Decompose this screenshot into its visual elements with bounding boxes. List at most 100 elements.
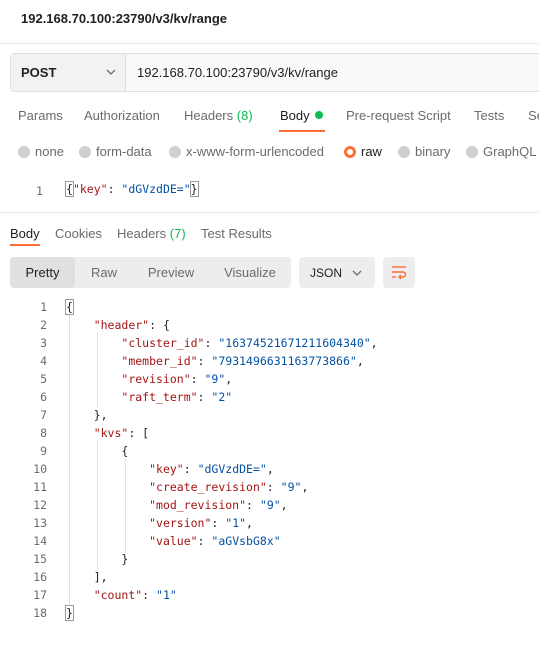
tab-body[interactable]: Body [280,108,323,123]
tab-pre-request-script[interactable]: Pre-request Script [346,108,451,123]
request-title[interactable]: 192.168.70.100:23790/v3/kv/range [21,11,227,26]
code-text[interactable]: } [66,552,128,566]
json-punctuation: : [204,336,219,350]
json-key: "key" [149,462,184,476]
tab-response-headers-label: Headers [117,226,167,241]
code-text[interactable]: "key": "dGVzdDE=", [66,462,274,476]
json-value: "9" [204,372,226,386]
code-text[interactable]: "kvs": [ [66,426,149,440]
tab-cookies[interactable]: Cookies [55,226,102,241]
json-punctuation [66,354,121,368]
json-key: "kvs" [93,426,129,440]
view-preview-button[interactable]: Preview [133,257,209,288]
line-number: 5 [40,372,47,386]
view-raw-button[interactable]: Raw [75,257,133,288]
tab-response-body[interactable]: Body [10,226,40,241]
code-text[interactable]: "version": "1", [66,516,253,530]
view-visualize-button[interactable]: Visualize [209,257,291,288]
tab-authorization[interactable]: Authorization [84,108,160,123]
json-punctuation: : [197,390,212,404]
code-line: 13 "version": "1", [0,514,539,532]
json-punctuation: ], [66,570,108,584]
wrap-lines-button[interactable] [383,257,415,288]
request-body-editor[interactable]: 1 {"key": "dGVzdDE="} [0,178,539,202]
code-text[interactable]: }, [66,408,108,422]
tab-headers[interactable]: Headers (8) [184,108,253,123]
radio-none-label: none [35,144,64,159]
radio-selected-icon [344,146,356,158]
tab-tests[interactable]: Tests [474,108,504,123]
tab-response-headers[interactable]: Headers (7) [117,226,186,241]
request-url-bar: POST 192.168.70.100:23790/v3/kv/range [10,53,539,92]
code-text[interactable]: { [66,444,128,458]
json-value: "1" [156,588,177,602]
divider [0,212,539,213]
json-key: "raft_term" [121,390,198,404]
response-body-editor[interactable]: 1{2 "header": {3 "cluster_id": "16374521… [0,298,539,628]
headers-count: (8) [236,108,253,123]
json-key: "version" [149,516,212,530]
json-key: "header" [93,318,150,332]
json-punctuation: : [190,372,205,386]
code-text[interactable]: "raft_term": "2" [66,390,232,404]
json-punctuation: , [370,336,378,350]
radio-circle-icon [169,146,181,158]
body-type-options: none form-data x-www-form-urlencoded raw… [0,140,539,164]
code-text[interactable]: "revision": "9", [66,372,232,386]
json-punctuation: , [301,480,309,494]
json-punctuation [66,498,149,512]
code-text[interactable]: "value": "aGVsbG8x" [66,534,281,548]
line-number: 4 [40,354,47,368]
code-text[interactable]: { [65,299,74,315]
json-key: "revision" [121,372,191,386]
json-punctuation: } [65,605,74,621]
code-text[interactable]: "create_revision": "9", [66,480,308,494]
code-line: 4 "member_id": "7931496631163773866", [0,352,539,370]
json-value: "dGVzdDE=" [121,182,191,196]
json-punctuation: : [197,534,212,548]
json-value: "9" [259,498,281,512]
chevron-down-icon [106,69,116,75]
json-value: "1" [225,516,247,530]
view-pretty-button[interactable]: Pretty [10,257,75,288]
code-text[interactable]: "cluster_id": "16374521671211604340", [66,336,378,350]
code-text[interactable]: "member_id": "7931496631163773866", [66,354,363,368]
json-punctuation [66,480,149,494]
format-select[interactable]: JSON [299,257,375,288]
line-number: 17 [33,588,47,602]
radio-binary[interactable]: binary [398,144,450,159]
radio-graphql-label: GraphQL [483,144,537,159]
radio-x-www-form-urlencoded[interactable]: x-www-form-urlencoded [169,144,324,159]
radio-graphql[interactable]: GraphQL [466,144,536,159]
code-line: 18} [0,604,539,622]
url-input[interactable]: 192.168.70.100:23790/v3/kv/range [137,65,338,80]
line-number: 2 [40,318,47,332]
radio-raw[interactable]: raw [344,144,382,159]
request-body-code[interactable]: {"key": "dGVzdDE="} [65,181,199,197]
json-punctuation: : [142,588,157,602]
tab-test-results[interactable]: Test Results [201,226,272,241]
response-tabs: Body Cookies Headers (7) Test Results [0,224,539,246]
code-text[interactable]: "mod_revision": "9", [66,498,288,512]
json-punctuation: { [65,299,74,315]
tab-settings[interactable]: Se [528,108,539,123]
json-punctuation: , [266,462,274,476]
code-text[interactable]: "count": "1" [66,588,177,602]
radio-circle-icon [18,146,30,158]
close-brace: } [189,181,199,197]
code-text[interactable]: "header": { [66,318,170,332]
code-line: 11 "create_revision": "9", [0,478,539,496]
radio-none[interactable]: none [18,144,64,159]
method-select[interactable]: POST [11,54,126,91]
json-punctuation [66,426,94,440]
code-text[interactable]: } [65,605,74,621]
code-text[interactable]: ], [66,570,108,584]
json-punctuation: : { [149,318,170,332]
tab-params[interactable]: Params [18,108,63,123]
tab-authorization-label: Authorization [84,108,160,123]
json-punctuation [66,390,121,404]
line-number: 6 [40,390,47,404]
radio-raw-label: raw [361,144,382,159]
request-title-bar: 192.168.70.100:23790/v3/kv/range [0,0,539,44]
radio-form-data[interactable]: form-data [79,144,152,159]
